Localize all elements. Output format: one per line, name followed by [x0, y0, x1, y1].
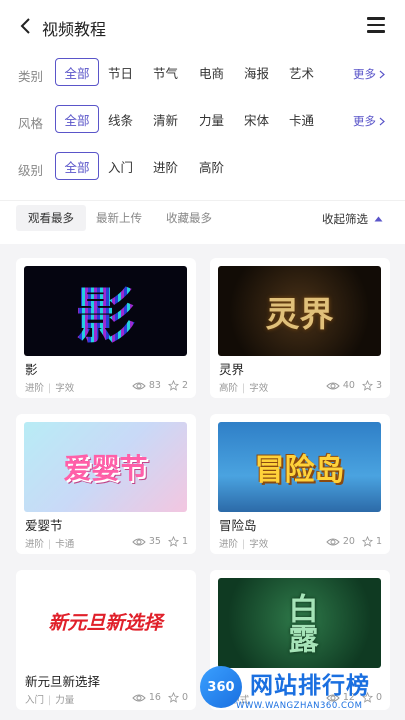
thumbnail-text: 影 — [76, 268, 136, 355]
menu-button[interactable] — [367, 17, 385, 33]
card-stats: 40 3 — [326, 380, 382, 391]
chevron-left-icon — [20, 18, 30, 34]
level-chip-advanced[interactable]: 高阶 — [199, 152, 224, 180]
eye-icon — [132, 538, 146, 545]
eye-icon — [132, 382, 146, 389]
style-filter: 风格 全部 线条 清新 力量 宋体 卡通 更多 — [0, 105, 405, 141]
card-meta: 高阶 | 字效 — [219, 383, 269, 394]
view-count: 83 — [148, 380, 161, 391]
style-chip-song[interactable]: 宋体 — [244, 105, 269, 133]
style-chip-fresh[interactable]: 清新 — [153, 105, 178, 133]
triangle-up-icon — [374, 216, 383, 222]
video-card[interactable]: 冒险岛 冒险岛 进阶 | 字效 20 1 — [210, 414, 390, 554]
card-meta: 进阶 | 卡通 — [25, 539, 75, 550]
watermark-text: 网站排行榜 — [250, 673, 370, 699]
card-title: 爱婴节 — [25, 518, 63, 533]
star-count: 1 — [181, 536, 188, 547]
page-title: 视频教程 — [42, 20, 107, 39]
sort-bar: 观看最多 最新上传 收藏最多 收起筛选 — [0, 200, 405, 244]
thumbnail-text: 新元旦新选择 — [48, 611, 163, 634]
menu-icon — [367, 17, 385, 20]
more-label: 更多 — [353, 67, 376, 81]
category-chip-all[interactable]: 全部 — [55, 58, 99, 86]
card-stats: 35 1 — [132, 536, 188, 547]
eye-icon — [326, 538, 340, 545]
category-filter: 类别 全部 节日 节气 电商 海报 艺术 更多 — [0, 58, 405, 94]
category-chip-art[interactable]: 艺术 — [289, 58, 314, 86]
star-count: 1 — [375, 536, 382, 547]
card-stats: 16 0 — [132, 692, 188, 703]
card-title: 新元旦新选择 — [25, 674, 101, 689]
category-more-button[interactable]: 更多 — [353, 66, 385, 82]
view-count: 16 — [148, 692, 161, 703]
category-chip-solar-term[interactable]: 节气 — [153, 58, 178, 86]
video-card[interactable]: 爱婴节 爱婴节 进阶 | 卡通 35 1 — [16, 414, 196, 554]
sort-tab-most-favorited[interactable]: 收藏最多 — [166, 205, 212, 231]
style-more-button[interactable]: 更多 — [353, 113, 385, 129]
style-chip-power[interactable]: 力量 — [199, 105, 224, 133]
card-meta: 入门 | 力量 — [25, 695, 75, 706]
collapse-filter-button[interactable]: 收起筛选 — [322, 211, 383, 227]
card-stats: 20 1 — [326, 536, 382, 547]
style-chip-all[interactable]: 全部 — [55, 105, 99, 133]
level-chip-all[interactable]: 全部 — [55, 152, 99, 180]
card-stats: 83 2 — [132, 380, 188, 391]
view-count: 20 — [342, 536, 355, 547]
thumbnail-text: 灵界 — [265, 294, 334, 335]
video-thumbnail: 白露 — [218, 578, 381, 668]
star-count: 2 — [181, 380, 188, 391]
watermark-url: WWW.WANGZHAN360.COM — [236, 701, 363, 711]
collapse-label: 收起筛选 — [322, 212, 368, 226]
card-meta: 进阶 | 字效 — [25, 383, 75, 394]
category-chip-poster[interactable]: 海报 — [244, 58, 269, 86]
video-thumbnail: 爱婴节 — [24, 422, 187, 512]
more-label: 更多 — [353, 114, 376, 128]
card-title: 灵界 — [219, 362, 245, 377]
video-card[interactable]: 灵界 灵界 高阶 | 字效 40 3 — [210, 258, 390, 398]
style-label: 风格 — [18, 116, 44, 131]
thumbnail-text: 爱婴节 — [63, 452, 148, 485]
level-label: 级别 — [18, 163, 44, 178]
watermark: 360 网站排行榜 WWW.WANGZHAN360.COM — [198, 660, 405, 720]
eye-icon — [132, 694, 146, 701]
style-chip-line[interactable]: 线条 — [108, 105, 133, 133]
eye-icon — [326, 382, 340, 389]
video-thumbnail: 灵界 — [218, 266, 381, 356]
star-icon — [167, 692, 179, 703]
level-chip-intermediate[interactable]: 进阶 — [153, 152, 178, 180]
video-card[interactable]: 新元旦新选择 新元旦新选择 入门 | 力量 16 0 — [16, 570, 196, 710]
category-chip-ecommerce[interactable]: 电商 — [199, 58, 224, 86]
thumbnail-text: 白露 — [282, 593, 318, 653]
video-thumbnail: 新元旦新选择 — [24, 578, 187, 668]
video-thumbnail: 冒险岛 — [218, 422, 381, 512]
star-icon — [361, 380, 373, 391]
view-count: 35 — [148, 536, 161, 547]
card-meta: 进阶 | 字效 — [219, 539, 269, 550]
star-icon — [167, 380, 179, 391]
star-count: 0 — [181, 692, 188, 703]
back-button[interactable] — [14, 14, 38, 38]
style-chip-cartoon[interactable]: 卡通 — [289, 105, 314, 133]
video-card[interactable]: 影 影 进阶 | 字效 83 2 — [16, 258, 196, 398]
card-title: 冒险岛 — [219, 518, 257, 533]
app-header: 视频教程 — [0, 0, 405, 52]
star-icon — [361, 536, 373, 547]
level-chip-beginner[interactable]: 入门 — [108, 152, 133, 180]
chevron-right-icon — [379, 117, 385, 125]
star-icon — [167, 536, 179, 547]
level-filter: 级别 全部 入门 进阶 高阶 — [0, 152, 405, 188]
sort-tab-newest[interactable]: 最新上传 — [96, 205, 142, 231]
star-count: 3 — [375, 380, 382, 391]
sort-tab-most-viewed[interactable]: 观看最多 — [16, 205, 86, 231]
video-thumbnail: 影 — [24, 266, 187, 356]
card-title: 影 — [25, 362, 38, 377]
category-chip-holiday[interactable]: 节日 — [108, 58, 133, 86]
chevron-right-icon — [379, 70, 385, 78]
thumbnail-text: 冒险岛 — [254, 453, 345, 488]
category-label: 类别 — [18, 69, 44, 84]
view-count: 40 — [342, 380, 355, 391]
